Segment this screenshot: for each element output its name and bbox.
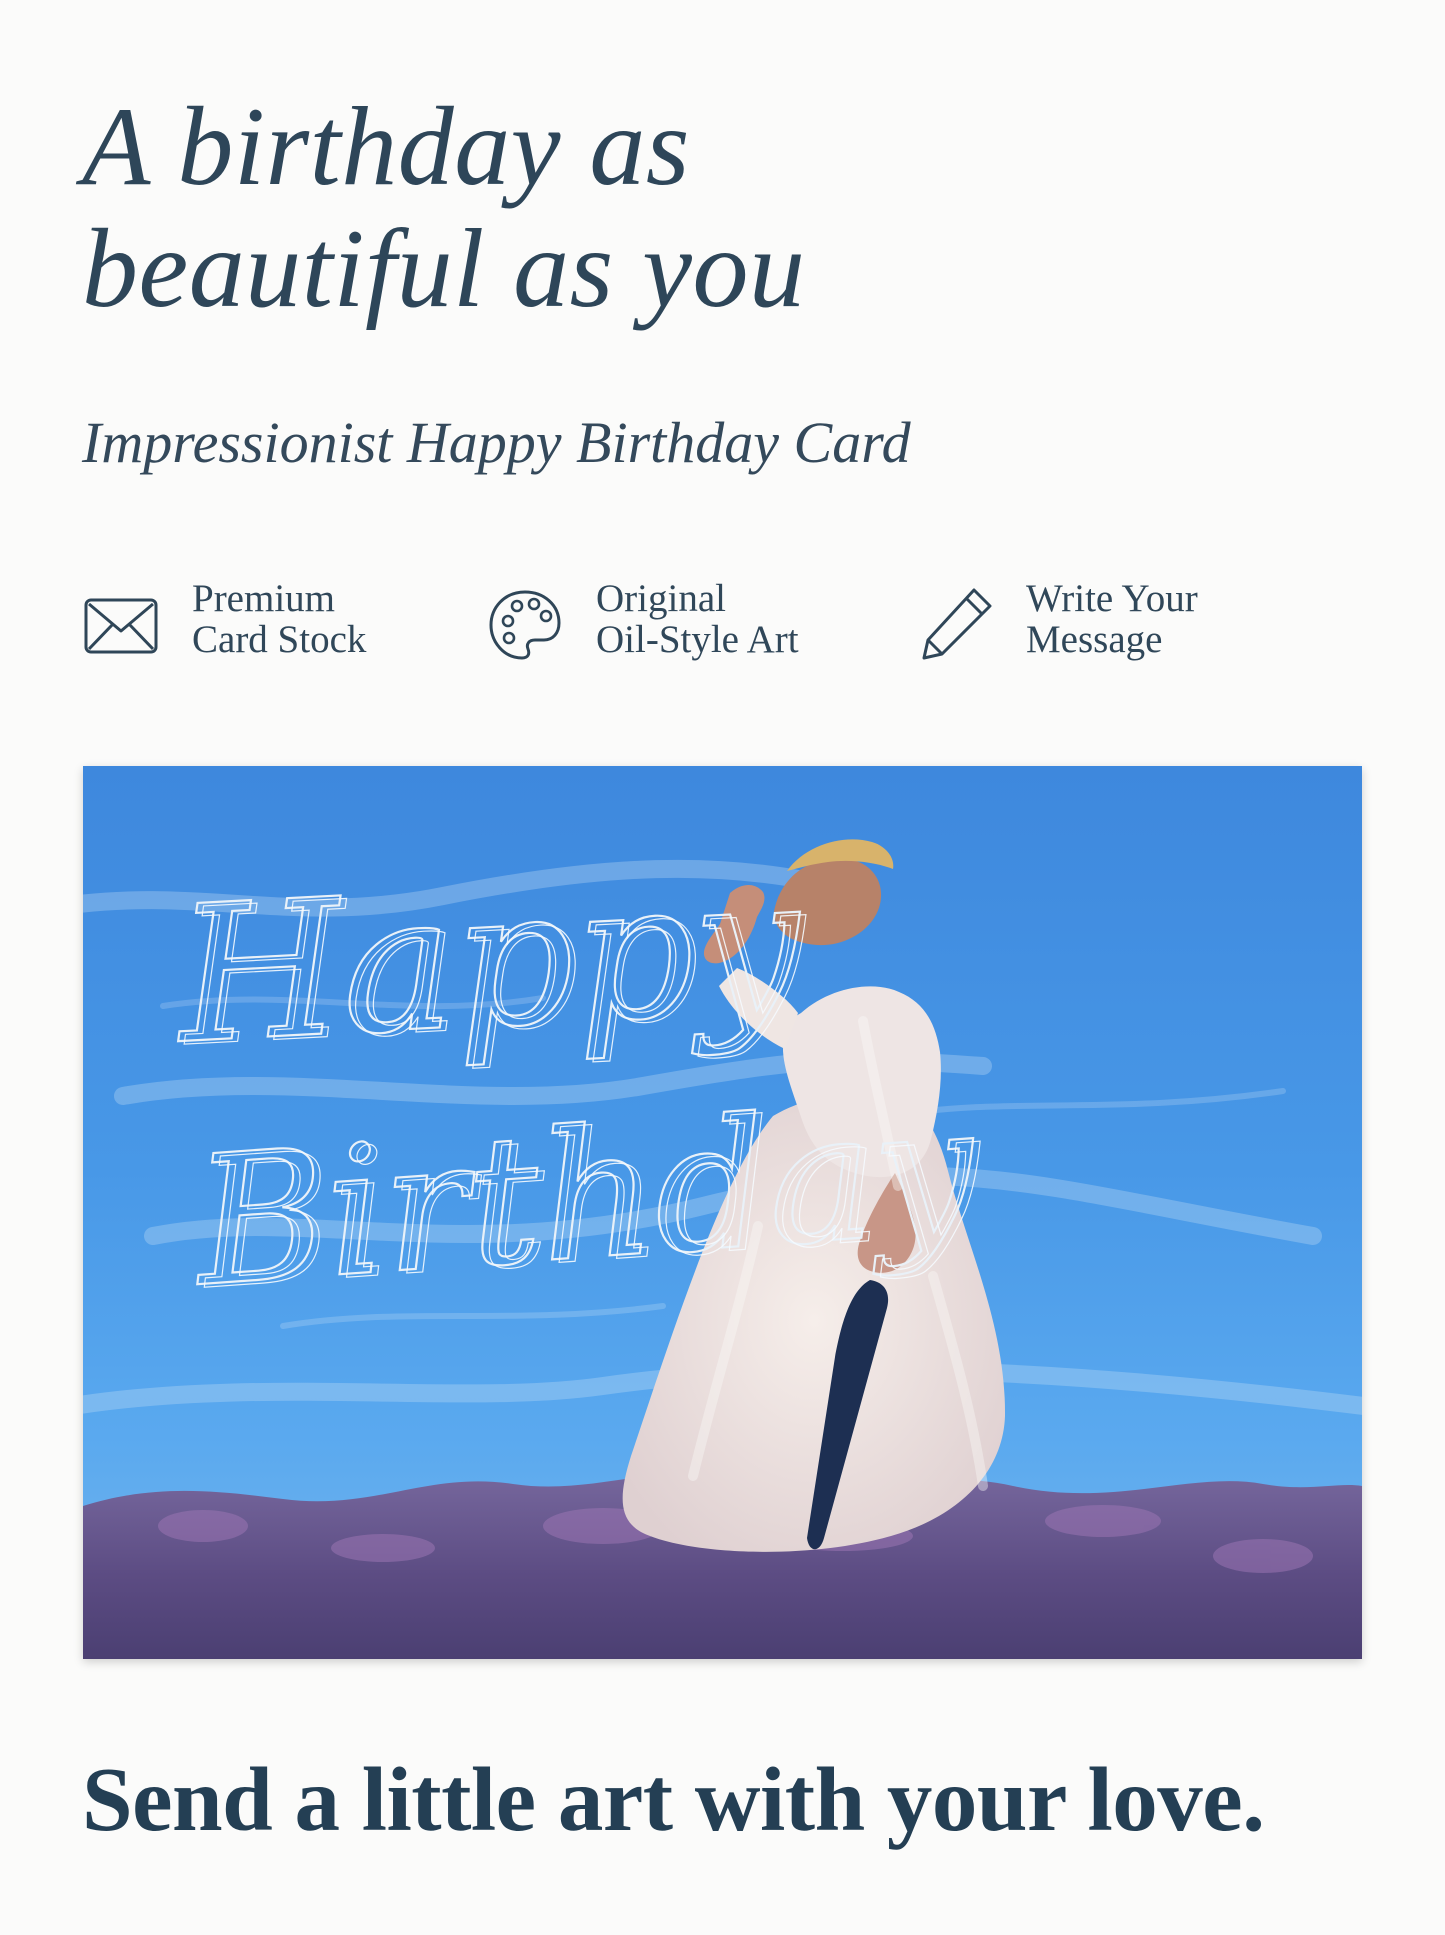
feature-label: Write Your Message [1026,578,1296,660]
headline: A birthday as beautiful as you [82,86,982,330]
feature-line-2: Message [1026,618,1163,661]
birthday-card-image: Happy Happy Birthday Birthday [83,766,1362,1659]
palette-icon [486,586,564,664]
headline-line-1: A birthday as [82,85,691,209]
feature-line-1: Write Your [1026,577,1198,620]
subtitle: Impressionist Happy Birthday Card [82,410,911,475]
feature-label: Original Oil-Style Art [596,578,866,660]
tagline: Send a little art with your love. [82,1749,1265,1850]
envelope-icon [82,586,160,664]
pencil-icon [916,586,994,664]
feature-line-2: Card Stock [192,618,367,661]
feature-line-1: Premium [192,577,335,620]
greeting-line-1-shadow: Happy [175,837,814,1089]
feature-label: Premium Card Stock [192,578,462,660]
headline-line-2: beautiful as you [82,207,806,331]
feature-line-2: Oil-Style Art [596,618,799,661]
feature-line-1: Original [596,577,726,620]
feature-list: Premium Card Stock Original Oil-Style Ar… [82,578,1342,668]
product-page: A birthday as beautiful as you Impressio… [0,0,1445,1935]
card-painting: Happy Happy Birthday Birthday [83,766,1362,1659]
